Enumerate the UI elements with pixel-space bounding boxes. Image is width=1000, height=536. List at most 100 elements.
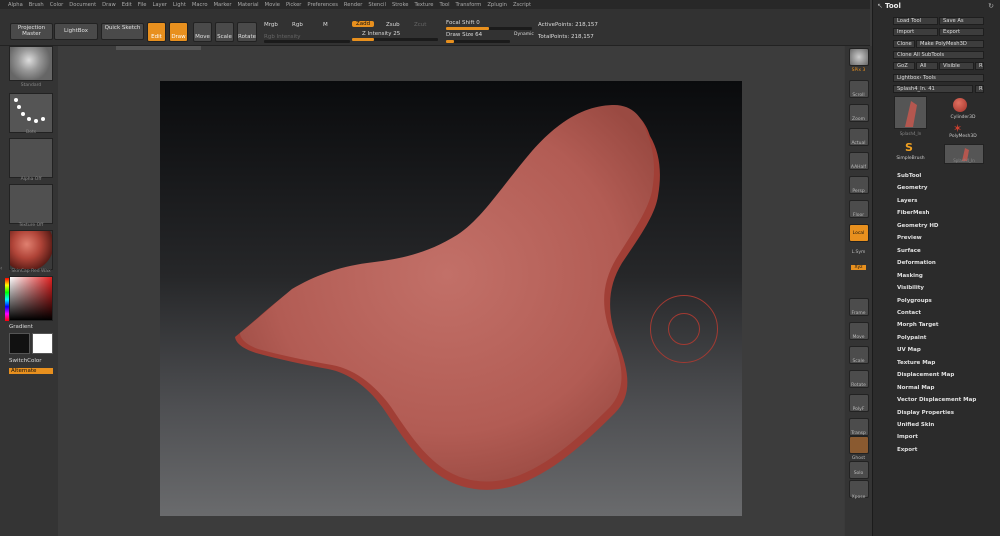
zcut-button[interactable]: Zcut <box>414 22 426 28</box>
palette-menu-vector-displacement-map[interactable]: Vector Displacement Map <box>897 397 976 403</box>
menu-material[interactable]: Material <box>238 2 259 8</box>
palette-menu-texture-map[interactable]: Texture Map <box>897 360 935 366</box>
clone-button[interactable]: Clone <box>893 40 915 48</box>
menu-tool[interactable]: Tool <box>439 2 449 8</box>
palette-menu-export[interactable]: Export <box>897 447 917 453</box>
load-tool-button[interactable]: Load Tool <box>893 17 938 25</box>
spix-label[interactable]: SPix 3 <box>845 68 872 73</box>
palette-menu-displacement-map[interactable]: Displacement Map <box>897 372 954 378</box>
import-button[interactable]: Import <box>893 28 938 36</box>
export-button[interactable]: Export <box>939 28 984 36</box>
menu-preferences[interactable]: Preferences <box>307 2 338 8</box>
palette-menu-geometry-hd[interactable]: Geometry HD <box>897 223 939 229</box>
menu-picker[interactable]: Picker <box>286 2 301 8</box>
ghost-button[interactable] <box>849 436 869 454</box>
draw-button[interactable]: Draw <box>169 22 188 42</box>
menu-zscript[interactable]: Zscript <box>513 2 531 8</box>
menu-movie[interactable]: Movie <box>265 2 280 8</box>
palette-menu-polypaint[interactable]: Polypaint <box>897 335 926 341</box>
menu-stroke[interactable]: Stroke <box>392 2 409 8</box>
move-button[interactable]: Move <box>193 22 212 42</box>
palette-menu-visibility[interactable]: Visibility <box>897 285 924 291</box>
goz-all-button[interactable]: All <box>916 62 938 70</box>
switch-color-button[interactable]: SwitchColor <box>9 358 42 364</box>
palette-menu-geometry[interactable]: Geometry <box>897 185 927 191</box>
rgb-intensity-track[interactable] <box>264 40 350 43</box>
texture-thumbnail[interactable] <box>9 184 53 224</box>
menu-alpha[interactable]: Alpha <box>8 2 23 8</box>
edit-button[interactable]: Edit <box>147 22 166 42</box>
draw-size-slider[interactable]: Draw Size 64 <box>446 32 482 38</box>
menu-color[interactable]: Color <box>50 2 64 8</box>
alternate-button[interactable]: Alternate <box>9 368 53 374</box>
current-tool-r-button[interactable]: R <box>975 85 984 93</box>
palette-title[interactable]: Tool <box>885 2 901 10</box>
mrgb-button[interactable]: Mrgb <box>264 22 278 28</box>
menu-edit[interactable]: Edit <box>122 2 132 8</box>
stroke-thumbnail[interactable] <box>9 93 53 133</box>
lightbox-button[interactable]: LightBox <box>54 23 98 40</box>
primary-color-swatch[interactable] <box>9 333 30 354</box>
goz-r-button[interactable]: R <box>975 62 984 70</box>
bpr-button[interactable] <box>849 48 869 66</box>
dynamic-toggle[interactable]: Dynamic <box>514 32 534 37</box>
palette-menu-subtool[interactable]: SubTool <box>897 173 921 179</box>
rotate-button[interactable]: Rotate <box>237 22 257 42</box>
menu-brush[interactable]: Brush <box>29 2 44 8</box>
goz-visible-button[interactable]: Visible <box>939 62 974 70</box>
zadd-button[interactable]: Zadd <box>352 21 375 27</box>
palette-menu-deformation[interactable]: Deformation <box>897 260 936 266</box>
refresh-icon[interactable]: ↻ <box>988 2 994 10</box>
simplebrush-tile-label[interactable]: SimpleBrush <box>894 156 927 161</box>
z-intensity-slider[interactable]: Z Intensity 25 <box>362 31 400 37</box>
palette-menu-normal-map[interactable]: Normal Map <box>897 385 934 391</box>
palette-menu-surface[interactable]: Surface <box>897 248 921 254</box>
menu-zplugin[interactable]: Zplugin <box>487 2 507 8</box>
menu-draw[interactable]: Draw <box>102 2 116 8</box>
palette-menu-masking[interactable]: Masking <box>897 273 923 279</box>
alpha-thumbnail[interactable] <box>9 138 53 178</box>
menu-file[interactable]: File <box>138 2 147 8</box>
hue-strip[interactable] <box>5 278 9 321</box>
projection-master-button[interactable]: Projection Master <box>10 23 53 40</box>
cylinder-tile-label[interactable]: Cylinder3D <box>943 115 983 120</box>
quick-sketch-button[interactable]: Quick Sketch <box>101 23 144 40</box>
palette-menu-preview[interactable]: Preview <box>897 235 922 241</box>
rgb-button[interactable]: Rgb <box>292 22 303 28</box>
palette-menu-polygroups[interactable]: Polygroups <box>897 298 932 304</box>
focal-shift-track[interactable] <box>446 27 532 30</box>
tool-tile-splash[interactable] <box>894 96 927 129</box>
palette-menu-layers[interactable]: Layers <box>897 198 917 204</box>
collapse-left-icon[interactable]: ‹ <box>0 265 5 277</box>
menu-document[interactable]: Document <box>69 2 96 8</box>
menu-light[interactable]: Light <box>173 2 186 8</box>
menu-layer[interactable]: Layer <box>152 2 166 8</box>
brush-thumbnail[interactable] <box>9 46 53 81</box>
menu-stencil[interactable]: Stencil <box>368 2 386 8</box>
palette-pin-icon[interactable]: ↖ <box>877 2 883 10</box>
palette-menu-unified-skin[interactable]: Unified Skin <box>897 422 934 428</box>
xyz-button[interactable]: Xyz <box>851 265 866 270</box>
palette-menu-morph-target[interactable]: Morph Target <box>897 322 939 328</box>
palette-menu-import[interactable]: Import <box>897 434 918 440</box>
polymesh-tile-label[interactable]: PolyMesh3D <box>943 134 983 139</box>
clone-all-subtools-button[interactable]: Clone All SubTools <box>893 51 984 59</box>
viewport-canvas[interactable] <box>160 81 742 516</box>
solo-button[interactable] <box>849 461 869 479</box>
palette-menu-uv-map[interactable]: UV Map <box>897 347 921 353</box>
menu-marker[interactable]: Marker <box>214 2 232 8</box>
menu-render[interactable]: Render <box>344 2 362 8</box>
draw-size-track[interactable] <box>446 40 510 43</box>
menu-texture[interactable]: Texture <box>414 2 433 8</box>
zsub-button[interactable]: Zsub <box>386 22 400 28</box>
palette-menu-contact[interactable]: Contact <box>897 310 921 316</box>
secondary-color-swatch[interactable] <box>32 333 53 354</box>
goz-button[interactable]: GoZ <box>893 62 915 70</box>
scroll-indicator[interactable] <box>116 46 201 50</box>
simplebrush-thumbnail-icon[interactable]: S <box>905 141 913 154</box>
palette-menu-display-properties[interactable]: Display Properties <box>897 410 954 416</box>
palette-menu-fibermesh[interactable]: FiberMesh <box>897 210 929 216</box>
menu-transform[interactable]: Transform <box>456 2 482 8</box>
lightbox-tools-button[interactable]: Lightbox› Tools <box>893 74 984 82</box>
current-tool-slider[interactable]: Splash4_In. 41 <box>893 85 973 93</box>
